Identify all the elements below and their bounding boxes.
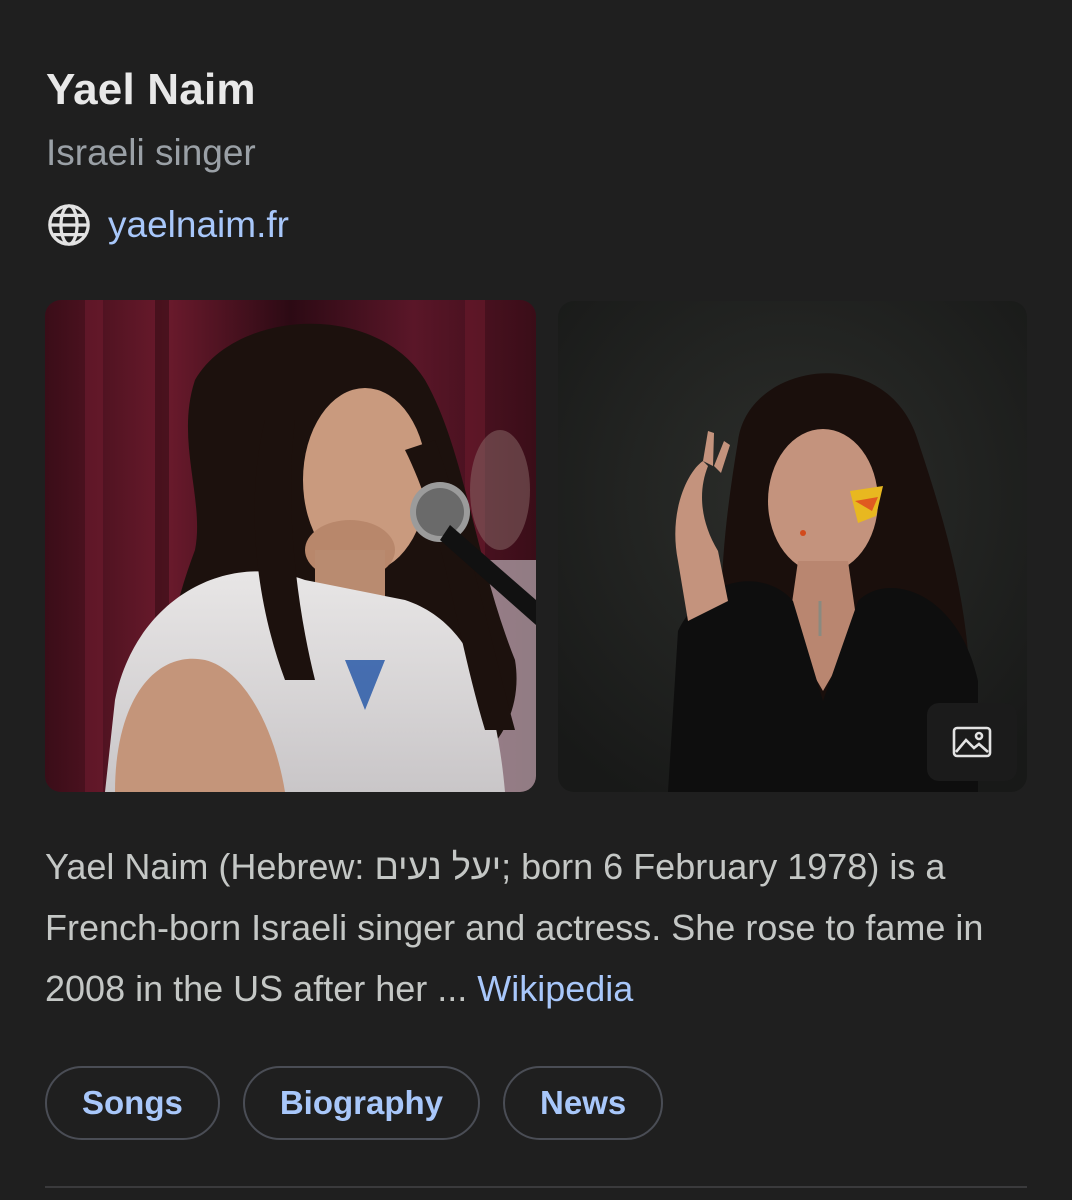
chip-news[interactable]: News (503, 1066, 664, 1140)
globe-icon (46, 202, 92, 248)
image-icon-button[interactable] (927, 703, 1017, 781)
chip-biography[interactable]: Biography (242, 1066, 481, 1140)
wikipedia-link[interactable]: Wikipedia (477, 968, 633, 1009)
entity-title: Yael Naim (46, 65, 256, 114)
singer-performing-photo[interactable] (45, 300, 536, 792)
chip-row: Songs Biography News (45, 1066, 664, 1140)
website-row[interactable]: yaelnaim.fr (46, 198, 289, 252)
chip-songs[interactable]: Songs (45, 1066, 220, 1140)
image-icon (952, 726, 992, 758)
entity-subtitle: Israeli singer (46, 132, 256, 173)
section-divider (45, 1186, 1027, 1188)
knowledge-panel: Yael Naim Israeli singer yaelnaim.fr Yae… (0, 0, 1072, 1200)
website-link[interactable]: yaelnaim.fr (108, 200, 289, 250)
entity-description: Yael Naim (Hebrew: יעל נעים; born 6 Febr… (45, 836, 1035, 1019)
singer-portrait-photo[interactable] (558, 301, 1027, 792)
